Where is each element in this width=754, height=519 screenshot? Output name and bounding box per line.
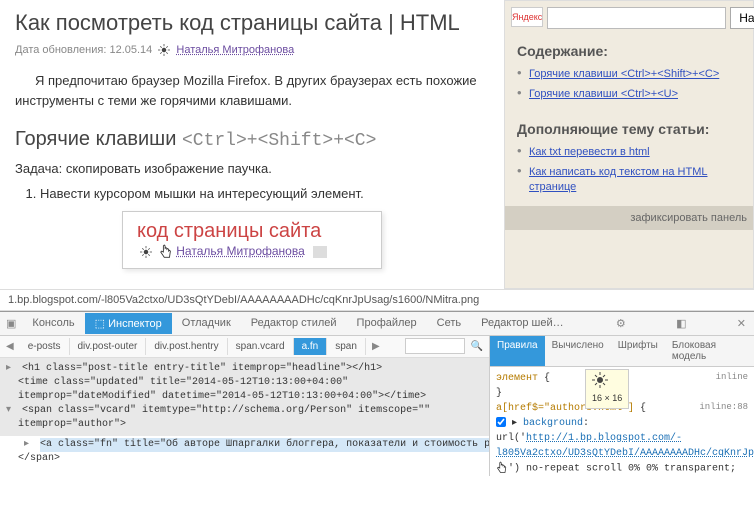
devtools: ▣ Консоль ⬚ Инспектор Отладчик Редактор … [0, 311, 754, 476]
article-main: Как посмотреть код страницы сайта | HTML… [0, 0, 504, 289]
toc-list: Горячие клавиши <Ctrl>+<Shift>+<C> Горяч… [517, 65, 741, 100]
related-link[interactable]: Как написать код текстом на HTML страниц… [529, 166, 708, 193]
spider-icon [592, 372, 608, 388]
example-box: код страницы сайта Наталья Митрофанова [122, 211, 382, 269]
toc-link[interactable]: Горячие клавиши <Ctrl>+<U> [529, 88, 678, 100]
tab-style-editor[interactable]: Редактор стилей [241, 313, 347, 333]
spider-icon [158, 44, 170, 56]
breadcrumb-next-icon[interactable]: ▶ [366, 341, 386, 352]
cursor-hand-icon [496, 461, 508, 475]
breadcrumb-item[interactable]: span [327, 338, 366, 355]
rule-checkbox[interactable] [496, 417, 506, 427]
related-list: Как txt перевести в html Как написать ко… [517, 143, 741, 193]
styles-panel: Правила Вычислено Шрифты Блоковая модель… [489, 336, 754, 476]
selected-node[interactable]: <a class="fn" title="Об авторе Шпаргалки… [40, 438, 489, 452]
breadcrumb-bar: ◀ e-posts div.post-outer div.post.hentry… [0, 336, 489, 358]
search-area: Яндекс Найти [505, 1, 753, 35]
tab-profiler[interactable]: Профайлер [347, 313, 427, 333]
link-icon [313, 246, 327, 258]
url-bar: 1.bp.blogspot.com/-l805Va2ctxo/UD3sQtYDe… [0, 289, 754, 311]
step-item: Навести курсором мышки на интересующий э… [40, 186, 489, 201]
meta-date: 12.05.14 [109, 44, 152, 56]
tab-debugger[interactable]: Отладчик [172, 313, 241, 333]
breadcrumb-prev-icon[interactable]: ◀ [0, 341, 20, 352]
html-panel: ◀ e-posts div.post-outer div.post.hentry… [0, 336, 489, 476]
breadcrumb-item[interactable]: div.post.hentry [146, 338, 227, 355]
search-icon[interactable]: 🔍 [465, 341, 489, 352]
devtools-dock-icon[interactable]: ◧ [668, 317, 694, 330]
related-link[interactable]: Как txt перевести в html [529, 146, 650, 158]
tab-shader[interactable]: Редактор шей… [471, 313, 574, 333]
breadcrumb-item[interactable]: div.post-outer [70, 338, 147, 355]
styles-rules[interactable]: 16 × 16 элемент {inline } a[href$="autho… [490, 367, 754, 476]
tab-console[interactable]: Консоль [22, 313, 84, 333]
page-title: Как посмотреть код страницы сайта | HTML [15, 10, 489, 36]
toc-link[interactable]: Горячие клавиши <Ctrl>+<Shift>+<C> [529, 68, 719, 80]
tab-network[interactable]: Сеть [427, 313, 471, 333]
example-title: код страницы сайта [137, 220, 367, 243]
intro-paragraph: Я предпочитаю браузер Mozilla Firefox. В… [15, 71, 489, 110]
html-code[interactable]: ▸ <h1 class="post-title entry-title" ite… [0, 358, 489, 470]
devtools-close-icon[interactable]: ✕ [729, 317, 754, 330]
styles-tab-fonts[interactable]: Шрифты [611, 336, 665, 366]
tab-inspector[interactable]: ⬚ Инспектор [85, 313, 172, 334]
styles-tab-box[interactable]: Блоковая модель [665, 336, 754, 366]
toc-heading: Содержание: [517, 43, 741, 59]
devtools-options-icon[interactable]: ⚙ [608, 317, 634, 330]
section-heading: Горячие клавиши <Ctrl>+<Shift>+<C> [15, 128, 489, 151]
step-list: Навести курсором мышки на интересующий э… [40, 186, 489, 201]
breadcrumb-item[interactable]: span.vcard [228, 338, 294, 355]
fix-panel-button[interactable]: зафиксировать панель [505, 206, 753, 230]
search-button[interactable]: Найти [730, 7, 754, 29]
image-tooltip: 16 × 16 [585, 369, 629, 409]
devtools-tabs: ▣ Консоль ⬚ Инспектор Отладчик Редактор … [0, 312, 754, 336]
related-heading: Дополняющие тему статьи: [517, 121, 741, 137]
styles-tab-computed[interactable]: Вычислено [545, 336, 611, 366]
breadcrumb-search-input[interactable] [405, 338, 465, 354]
breadcrumb-item[interactable]: e-posts [20, 338, 70, 355]
hotkey-code: <Ctrl>+<Shift>+<C> [182, 131, 376, 151]
styles-tabs: Правила Вычислено Шрифты Блоковая модель [490, 336, 754, 367]
task-text: Задача: скопировать изображение паучка. [15, 161, 489, 176]
search-input[interactable] [547, 7, 726, 29]
styles-tab-rules[interactable]: Правила [490, 336, 545, 366]
meta-date-label: Дата обновления: [15, 44, 106, 56]
breadcrumb-item-active[interactable]: a.fn [294, 338, 328, 355]
example-author-link[interactable]: Наталья Митрофанова [176, 244, 305, 258]
cursor-hand-icon [159, 244, 173, 260]
inspect-icon[interactable]: ▣ [0, 314, 22, 333]
sidebar: Яндекс Найти Содержание: Горячие клавиши… [504, 0, 754, 289]
spider-icon [140, 246, 152, 258]
article-meta: Дата обновления: 12.05.14 Наталья Митроф… [15, 44, 489, 56]
author-link[interactable]: Наталья Митрофанова [176, 44, 294, 56]
yandex-logo: Яндекс [511, 7, 543, 27]
